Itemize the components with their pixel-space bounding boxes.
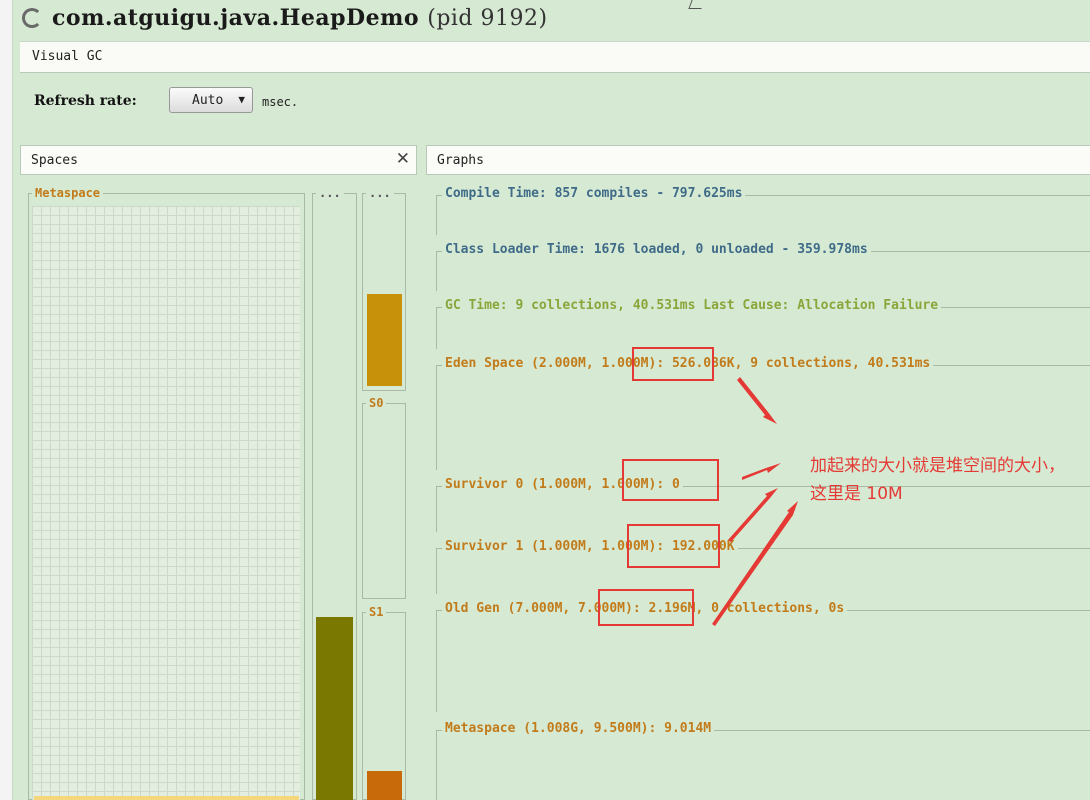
refresh-rate-label: Refresh rate:	[34, 93, 137, 109]
gc-time-graph: GC Time: 9 collections, 40.531ms Last Ca…	[436, 298, 1090, 350]
s0-space-box	[362, 403, 406, 599]
annotation-note: 加起来的大小就是堆空间的大小，这里是 10M	[810, 456, 1065, 504]
class-loader-label: Class Loader Time: 1676 loaded, 0 unload…	[442, 242, 871, 257]
metaspace-graph: Metaspace (1.008G, 9.500M): 9.014M	[436, 721, 1090, 800]
old-gen-usage-bar	[316, 617, 353, 800]
spaces-panel-title: Spaces	[31, 153, 78, 168]
chevron-down-icon: ▼	[238, 93, 245, 106]
old-gen-graph: Old Gen (7.000M, 7.000M): 2.196M, 0 coll…	[436, 601, 1090, 713]
tab-bar: Visual GC	[20, 41, 1090, 73]
app-name: com.atguigu.java.HeapDemo	[52, 5, 420, 31]
refresh-rate-unit: msec.	[262, 95, 299, 109]
metaspace-space-label: Metaspace	[32, 186, 104, 200]
old-gen-capacity-highlight	[598, 589, 694, 626]
compile-time-graph: Compile Time: 857 compiles - 797.625ms	[436, 186, 1090, 236]
metaspace-graph-label: Metaspace (1.008G, 9.500M): 9.014M	[442, 721, 715, 736]
spinner-icon	[22, 8, 42, 28]
survivor-0-capacity-highlight	[622, 459, 719, 501]
s0-space-label: S0	[366, 396, 387, 410]
graphs-panel-title: Graphs	[437, 153, 484, 168]
left-edge-strip	[0, 0, 13, 800]
s1-space-label: S1	[366, 605, 387, 619]
graphs-panel-header: Graphs	[426, 145, 1090, 175]
close-icon[interactable]: ✕	[396, 149, 410, 169]
survivor-1-graph: Survivor 1 (1.000M, 1.000M): 192.000K	[436, 539, 1090, 595]
survivor-1-capacity-highlight	[627, 524, 720, 568]
gc-time-label: GC Time: 9 collections, 40.531ms Last Ca…	[442, 298, 942, 313]
eden-capacity-highlight	[632, 347, 714, 381]
spaces-panel-header: Spaces ✕	[20, 145, 417, 175]
page-title: com.atguigu.java.HeapDemo (pid 9192)	[52, 5, 548, 31]
refresh-rate-select[interactable]: Auto ▼	[169, 87, 253, 113]
class-loader-graph: Class Loader Time: 1676 loaded, 0 unload…	[436, 242, 1090, 292]
metaspace-grid	[32, 206, 300, 800]
eden-space-label: ...	[366, 186, 394, 200]
s1-usage-bar	[367, 771, 402, 800]
compile-time-label: Compile Time: 857 compiles - 797.625ms	[442, 186, 746, 201]
pid-text: (pid 9192)	[427, 6, 548, 31]
refresh-rate-value: Auto	[192, 93, 224, 108]
metaspace-usage-bar	[34, 796, 299, 800]
title-bar: com.atguigu.java.HeapDemo (pid 9192)	[12, 0, 1090, 40]
eden-usage-bar	[367, 294, 402, 386]
old-gen-space-label: ...	[316, 186, 344, 200]
tab-visual-gc[interactable]: Visual GC	[32, 49, 102, 64]
